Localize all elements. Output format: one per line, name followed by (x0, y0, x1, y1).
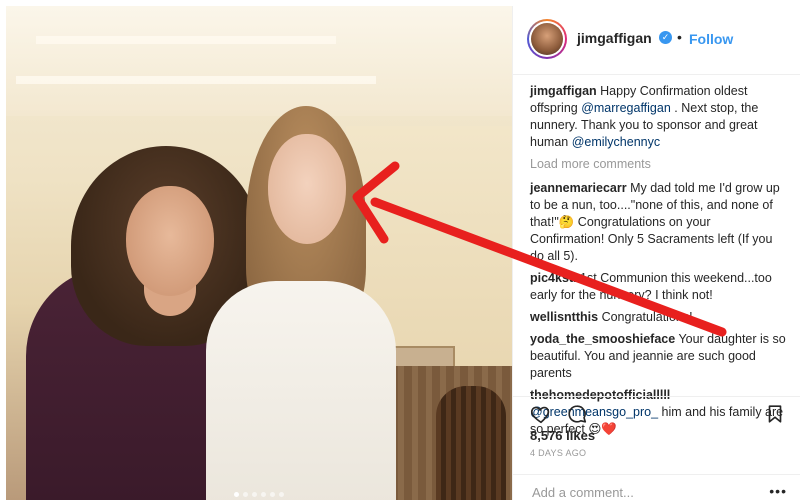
verified-icon: ✓ (659, 31, 672, 44)
carousel-dot[interactable] (261, 492, 266, 497)
carousel-dot[interactable] (279, 492, 284, 497)
more-options-button[interactable]: ••• (769, 483, 787, 499)
bookmark-icon[interactable] (764, 403, 786, 425)
avatar-image (531, 23, 563, 55)
caption-mention[interactable]: @marregaffigan (581, 101, 671, 115)
post-header: jimgaffigan ✓ • Follow (513, 6, 800, 75)
heart-icon[interactable] (530, 403, 552, 425)
comment-icon[interactable] (566, 403, 588, 425)
carousel-indicator[interactable] (234, 492, 284, 497)
caption-username[interactable]: jimgaffigan (530, 84, 597, 98)
header-separator: • (677, 29, 682, 45)
post-timestamp: 4 DAYS AGO (530, 448, 587, 458)
carousel-dot[interactable] (243, 492, 248, 497)
comment-item: yoda_the_smooshieface Your daughter is s… (530, 331, 788, 382)
comments-list: jimgaffigan Happy Confirmation oldest of… (530, 83, 788, 436)
post-username[interactable]: jimgaffigan (577, 30, 652, 46)
woman-face (126, 186, 214, 296)
caption-mention[interactable]: @emilychennyc (572, 135, 660, 149)
load-more-comments-button[interactable]: Load more comments (530, 156, 788, 173)
photo-beam (16, 76, 376, 84)
caption: jimgaffigan Happy Confirmation oldest of… (530, 83, 788, 151)
comment-username[interactable]: yoda_the_smooshieface (530, 332, 675, 346)
avatar[interactable] (527, 19, 567, 59)
comment-item: pic4ksu 1st Communion this weekend...too… (530, 270, 788, 304)
photo-beam (36, 36, 336, 44)
comment-username[interactable]: wellisntthis (530, 310, 598, 324)
photo-ceiling (6, 6, 512, 116)
carousel-dot[interactable] (270, 492, 275, 497)
carousel-dot[interactable] (234, 492, 239, 497)
likes-count[interactable]: 8,576 likes (530, 428, 595, 443)
comment-username[interactable]: jeannemariecarr (530, 181, 627, 195)
follow-button[interactable]: Follow (689, 31, 733, 47)
photo-chair (436, 386, 506, 500)
comment-item: wellisntthis Congratulations! (530, 309, 788, 326)
comment-text: Congratulations! (601, 310, 693, 324)
post-sidebar: jimgaffigan ✓ • Follow jimgaffigan Happy… (512, 6, 800, 503)
comment-username[interactable]: pic4ksu (530, 271, 577, 285)
girl-face (268, 134, 346, 244)
post-photo[interactable] (6, 6, 512, 500)
girl-dress (206, 281, 396, 500)
carousel-dot[interactable] (252, 492, 257, 497)
add-comment-bar: ••• (513, 474, 800, 503)
comment-item: jeannemariecarr My dad told me I'd grow … (530, 180, 788, 265)
